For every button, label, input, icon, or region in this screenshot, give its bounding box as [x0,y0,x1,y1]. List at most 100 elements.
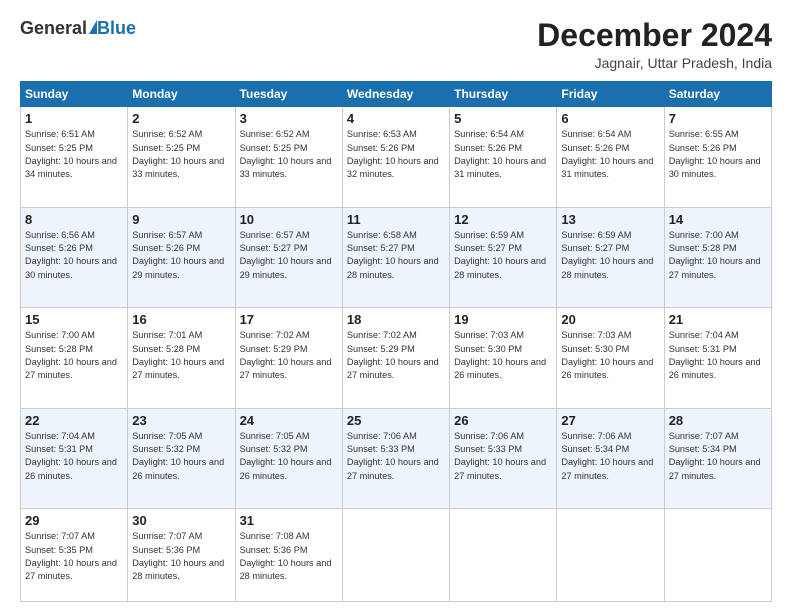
day-info: Sunrise: 7:07 AMSunset: 5:36 PMDaylight:… [132,530,230,583]
table-row: 28Sunrise: 7:07 AMSunset: 5:34 PMDayligh… [664,408,771,509]
day-number: 29 [25,513,123,528]
table-row: 14 Sunrise: 7:00 AMSunset: 5:28 PMDayligh… [664,207,771,308]
col-tuesday: Tuesday [235,82,342,107]
day-info: Sunrise: 7:08 AMSunset: 5:36 PMDaylight:… [240,530,338,583]
day-info: Sunrise: 7:03 AMSunset: 5:30 PMDaylight:… [454,329,552,382]
day-info: Sunrise: 7:04 AMSunset: 5:31 PMDaylight:… [669,329,767,382]
day-number: 6 [561,111,659,126]
day-number: 15 [25,312,123,327]
day-info: Sunrise: 7:06 AMSunset: 5:33 PMDaylight:… [454,430,552,483]
table-row: 25Sunrise: 7:06 AMSunset: 5:33 PMDayligh… [342,408,449,509]
table-row: 29 Sunrise: 7:07 AMSunset: 5:35 PMDayligh… [21,509,128,602]
day-info: Sunrise: 6:59 AMSunset: 5:27 PMDaylight:… [561,229,659,282]
table-row: 18 Sunrise: 7:02 AMSunset: 5:29 PMDayligh… [342,308,449,409]
calendar-week-row: 8 Sunrise: 6:56 AMSunset: 5:26 PMDaylight… [21,207,772,308]
calendar-week-row: 29 Sunrise: 7:07 AMSunset: 5:35 PMDayligh… [21,509,772,602]
day-number: 11 [347,212,445,227]
table-row: 24 Sunrise: 7:05 AMSunset: 5:32 PMDayligh… [235,408,342,509]
day-number: 22 [25,413,123,428]
day-number: 2 [132,111,230,126]
table-row: 21 Sunrise: 7:04 AMSunset: 5:31 PMDayligh… [664,308,771,409]
table-row: 3 Sunrise: 6:52 AMSunset: 5:25 PMDaylight… [235,107,342,208]
col-sunday: Sunday [21,82,128,107]
day-number: 7 [669,111,767,126]
day-number: 23 [132,413,230,428]
day-info: Sunrise: 6:58 AMSunset: 5:27 PMDaylight:… [347,229,445,282]
col-thursday: Thursday [450,82,557,107]
day-number: 9 [132,212,230,227]
calendar-week-row: 15 Sunrise: 7:00 AMSunset: 5:28 PMDayligh… [21,308,772,409]
table-row: 30 Sunrise: 7:07 AMSunset: 5:36 PMDayligh… [128,509,235,602]
day-info: Sunrise: 6:53 AMSunset: 5:26 PMDaylight:… [347,128,445,181]
day-info: Sunrise: 7:02 AMSunset: 5:29 PMDaylight:… [347,329,445,382]
location: Jagnair, Uttar Pradesh, India [537,55,772,71]
logo-arrow-icon [89,20,97,34]
table-row: 10Sunrise: 6:57 AMSunset: 5:27 PMDayligh… [235,207,342,308]
title-block: December 2024 Jagnair, Uttar Pradesh, In… [537,18,772,71]
day-info: Sunrise: 6:57 AMSunset: 5:26 PMDaylight:… [132,229,230,282]
day-info: Sunrise: 7:01 AMSunset: 5:28 PMDaylight:… [132,329,230,382]
logo-blue-text: Blue [97,18,136,39]
day-info: Sunrise: 6:56 AMSunset: 5:26 PMDaylight:… [25,229,123,282]
day-number: 18 [347,312,445,327]
table-row: 16 Sunrise: 7:01 AMSunset: 5:28 PMDayligh… [128,308,235,409]
day-number: 17 [240,312,338,327]
table-row [342,509,449,602]
table-row: 9 Sunrise: 6:57 AMSunset: 5:26 PMDaylight… [128,207,235,308]
day-number: 25 [347,413,445,428]
day-info: Sunrise: 7:07 AMSunset: 5:34 PMDaylight:… [669,430,767,483]
table-row [557,509,664,602]
day-number: 12 [454,212,552,227]
table-row: 27Sunrise: 7:06 AMSunset: 5:34 PMDayligh… [557,408,664,509]
day-number: 3 [240,111,338,126]
table-row: 20Sunrise: 7:03 AMSunset: 5:30 PMDayligh… [557,308,664,409]
calendar-week-row: 22Sunrise: 7:04 AMSunset: 5:31 PMDayligh… [21,408,772,509]
day-number: 16 [132,312,230,327]
day-info: Sunrise: 7:07 AMSunset: 5:35 PMDaylight:… [25,530,123,583]
day-number: 13 [561,212,659,227]
table-row: 19 Sunrise: 7:03 AMSunset: 5:30 PMDayligh… [450,308,557,409]
table-row: 26 Sunrise: 7:06 AMSunset: 5:33 PMDayligh… [450,408,557,509]
day-info: Sunrise: 7:05 AMSunset: 5:32 PMDaylight:… [132,430,230,483]
day-info: Sunrise: 6:55 AMSunset: 5:26 PMDaylight:… [669,128,767,181]
table-row: 7 Sunrise: 6:55 AMSunset: 5:26 PMDaylight… [664,107,771,208]
day-info: Sunrise: 7:00 AMSunset: 5:28 PMDaylight:… [25,329,123,382]
table-row: 6 Sunrise: 6:54 AMSunset: 5:26 PMDaylight… [557,107,664,208]
col-saturday: Saturday [664,82,771,107]
col-wednesday: Wednesday [342,82,449,107]
day-number: 26 [454,413,552,428]
table-row: 4 Sunrise: 6:53 AMSunset: 5:26 PMDaylight… [342,107,449,208]
day-number: 8 [25,212,123,227]
day-number: 4 [347,111,445,126]
table-row: 11 Sunrise: 6:58 AMSunset: 5:27 PMDayligh… [342,207,449,308]
day-number: 21 [669,312,767,327]
table-row: 22Sunrise: 7:04 AMSunset: 5:31 PMDayligh… [21,408,128,509]
col-friday: Friday [557,82,664,107]
day-number: 19 [454,312,552,327]
day-number: 1 [25,111,123,126]
day-info: Sunrise: 6:59 AMSunset: 5:27 PMDaylight:… [454,229,552,282]
table-row: 23 Sunrise: 7:05 AMSunset: 5:32 PMDayligh… [128,408,235,509]
col-monday: Monday [128,82,235,107]
table-row: 15 Sunrise: 7:00 AMSunset: 5:28 PMDayligh… [21,308,128,409]
table-row: 12 Sunrise: 6:59 AMSunset: 5:27 PMDayligh… [450,207,557,308]
day-number: 14 [669,212,767,227]
day-number: 27 [561,413,659,428]
day-info: Sunrise: 6:52 AMSunset: 5:25 PMDaylight:… [132,128,230,181]
day-number: 24 [240,413,338,428]
table-row: 2 Sunrise: 6:52 AMSunset: 5:25 PMDaylight… [128,107,235,208]
day-info: Sunrise: 6:54 AMSunset: 5:26 PMDaylight:… [561,128,659,181]
logo-general-text: General [20,18,87,39]
logo: General Blue [20,18,136,39]
table-row: 31Sunrise: 7:08 AMSunset: 5:36 PMDayligh… [235,509,342,602]
day-number: 30 [132,513,230,528]
day-info: Sunrise: 6:57 AMSunset: 5:27 PMDaylight:… [240,229,338,282]
day-info: Sunrise: 6:52 AMSunset: 5:25 PMDaylight:… [240,128,338,181]
day-number: 20 [561,312,659,327]
table-row: 8 Sunrise: 6:56 AMSunset: 5:26 PMDaylight… [21,207,128,308]
day-info: Sunrise: 7:05 AMSunset: 5:32 PMDaylight:… [240,430,338,483]
day-number: 5 [454,111,552,126]
day-info: Sunrise: 7:00 AMSunset: 5:28 PMDaylight:… [669,229,767,282]
table-row: 17Sunrise: 7:02 AMSunset: 5:29 PMDayligh… [235,308,342,409]
header: General Blue December 2024 Jagnair, Utta… [20,18,772,71]
